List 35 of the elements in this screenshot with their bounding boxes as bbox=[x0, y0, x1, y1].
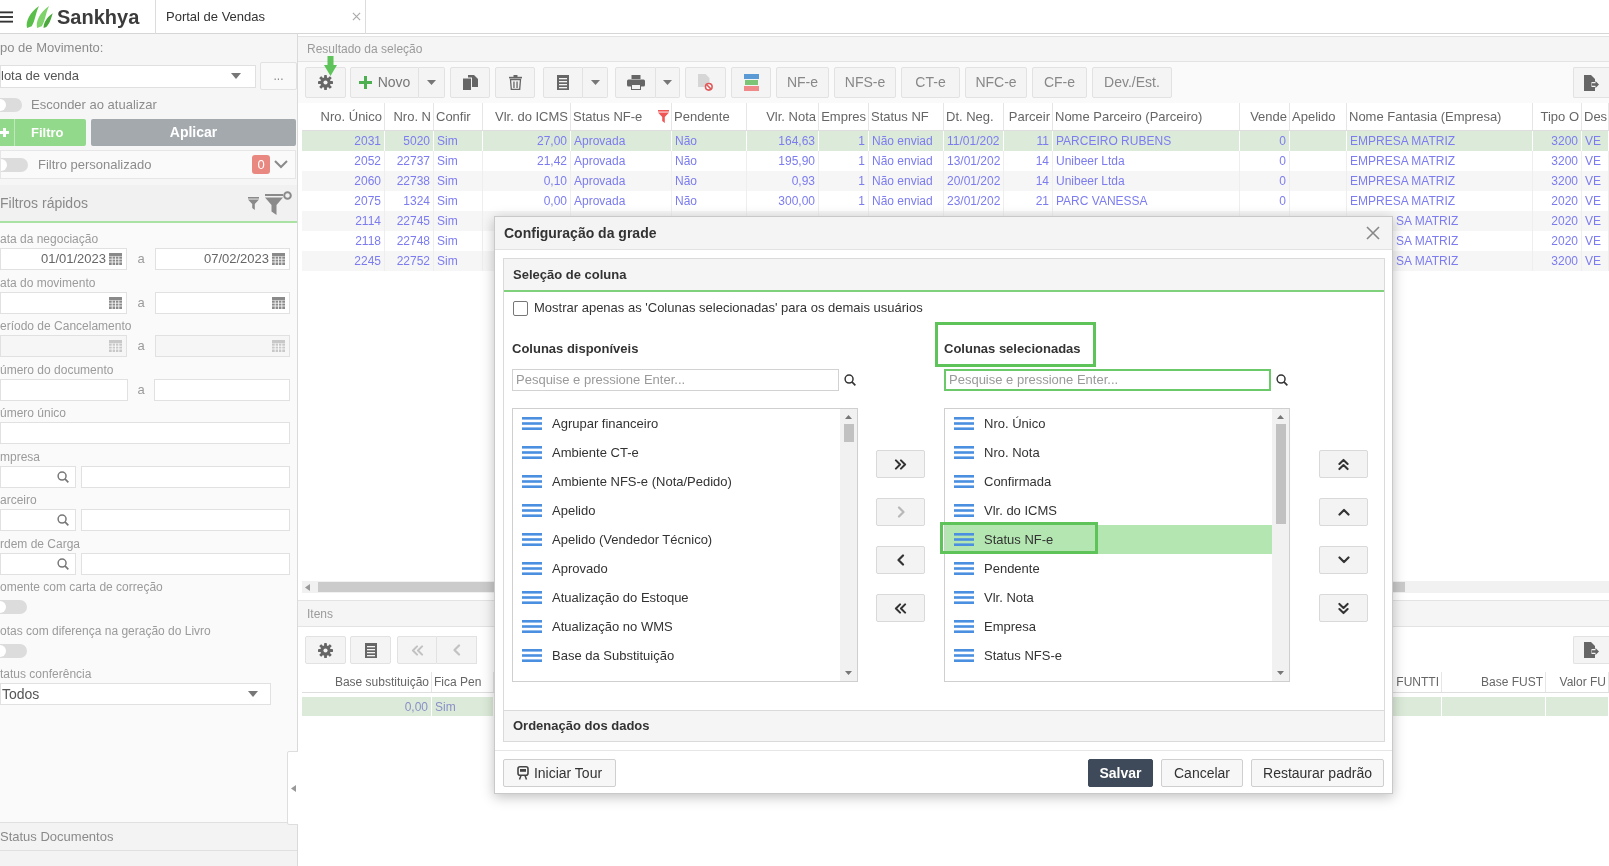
separator-label: a bbox=[137, 293, 145, 312]
table-cell-text: SA MATRIZ bbox=[1396, 253, 1459, 270]
panel-title: Resultado da seleção bbox=[307, 43, 423, 55]
field-label: mpresa bbox=[0, 449, 40, 464]
separator-label: a bbox=[137, 337, 145, 356]
field-label: úmero do documento bbox=[0, 362, 114, 377]
field-label: ata do movimento bbox=[0, 275, 96, 290]
separator-label: a bbox=[137, 380, 145, 399]
table-cell: 22752 bbox=[385, 251, 434, 271]
field-label: omente com carta de correção bbox=[0, 580, 163, 594]
section-title: Filtros rápidos bbox=[0, 193, 88, 213]
table-cell: 2245 bbox=[302, 251, 385, 271]
field-label: eríodo de Cancelamento bbox=[0, 319, 132, 333]
list-title: Colunas disponíveis bbox=[511, 340, 640, 358]
field-label: tatus conferência bbox=[0, 667, 92, 681]
table-cell: Sim bbox=[434, 251, 483, 271]
table-cell: VE bbox=[1582, 251, 1609, 271]
toggle-label: Esconder ao atualizar bbox=[31, 95, 157, 114]
checkbox-label: Mostrar apenas as 'Colunas selecionadas' para os demais usuários bbox=[534, 299, 923, 318]
panel-title: Itens bbox=[307, 607, 333, 620]
toggle-label: Filtro personalizado bbox=[38, 155, 152, 174]
field-label: úmero único bbox=[0, 406, 67, 420]
field-label: rdem de Carga bbox=[0, 536, 81, 551]
table-cell-text: SA MATRIZ bbox=[1396, 233, 1459, 250]
field-label: ata da negociação bbox=[0, 232, 99, 246]
field-label: po de Movimento: bbox=[0, 40, 104, 56]
separator-label: a bbox=[137, 250, 145, 269]
count-badge: 0 bbox=[252, 155, 270, 174]
table-cell: 0,00 bbox=[302, 697, 432, 716]
field-label: otas com diferença na geração do Livro bbox=[0, 623, 211, 638]
logo-text: Sankhya bbox=[57, 4, 140, 30]
list-title: Colunas selecionadas bbox=[935, 322, 1096, 367]
field-label: arceiro bbox=[0, 493, 37, 507]
table-cell: 3200 bbox=[1533, 251, 1582, 271]
table-cell-text: SA MATRIZ bbox=[1396, 213, 1459, 230]
